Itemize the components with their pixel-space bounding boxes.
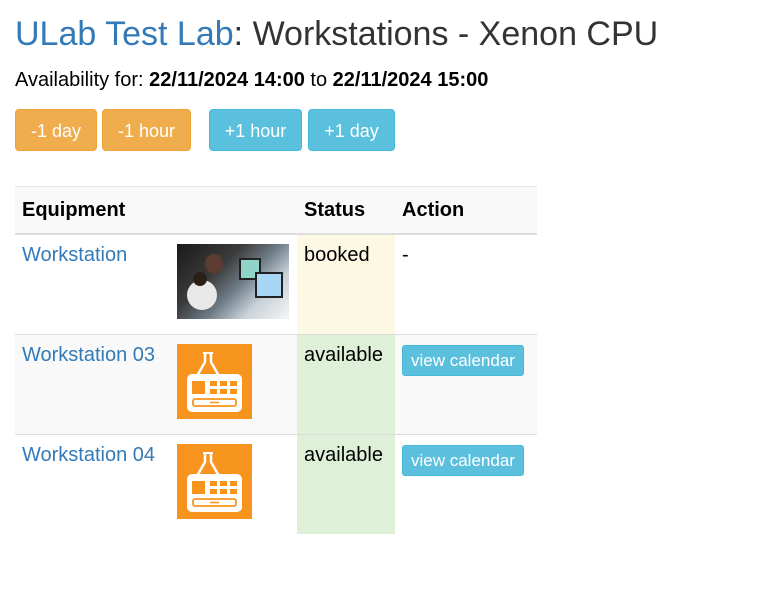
minus-day-button[interactable]: -1 day [15,109,97,151]
equipment-flask-icon[interactable] [177,444,252,519]
availability-range: Availability for: 22/11/2024 14:00 to 22… [15,68,755,92]
plus-hour-button[interactable]: +1 hour [209,109,302,151]
status-cell: booked [297,234,395,335]
table-header-row: Equipment Status Action [15,186,537,235]
column-header-status: Status [297,186,395,235]
view-calendar-button[interactable]: view calendar [402,345,524,376]
view-calendar-button[interactable]: view calendar [402,445,524,476]
plus-day-button[interactable]: +1 day [308,109,395,151]
availability-from: 22/11/2024 14:00 [149,69,305,91]
time-navigation: -1 day -1 hour +1 hour +1 day [15,109,755,153]
equipment-link[interactable]: Workstation [22,244,127,266]
lab-link[interactable]: ULab Test Lab [15,15,234,53]
page-title-text: Workstations - Xenon CPU [252,15,659,53]
column-header-equipment: Equipment [15,186,170,235]
availability-to: 22/11/2024 15:00 [332,69,489,91]
action-cell: view calendar [395,434,537,534]
table-row: Workstation booked - [15,234,537,335]
equipment-name-cell: Workstation 03 [15,334,170,435]
equipment-image-cell [170,334,297,435]
table-row: Workstation 03 available view calendar [15,334,537,435]
status-cell: available [297,434,395,534]
equipment-link[interactable]: Workstation 03 [22,344,155,366]
column-header-action: Action [395,186,537,235]
page: ULab Test Lab: Workstations - Xenon CPU … [0,0,770,153]
equipment-image-cell [170,234,297,335]
availability-joiner: to [304,69,333,91]
title-separator: : [233,15,253,53]
equipment-flask-icon[interactable] [177,344,252,419]
status-cell: available [297,334,395,435]
equipment-table: Equipment Status Action Workstation book… [15,186,537,534]
equipment-link[interactable]: Workstation 04 [22,444,155,466]
equipment-name-cell: Workstation 04 [15,434,170,534]
table-row: Workstation 04 available view calendar [15,434,537,534]
equipment-name-cell: Workstation [15,234,170,335]
availability-label: Availability for: [15,69,150,91]
action-cell: view calendar [395,334,537,435]
equipment-image-cell [170,434,297,534]
equipment-photo[interactable] [177,244,289,319]
action-cell: - [402,244,409,266]
minus-hour-button[interactable]: -1 hour [102,109,191,151]
column-header-image [170,186,297,235]
page-title: ULab Test Lab: Workstations - Xenon CPU [15,0,755,53]
